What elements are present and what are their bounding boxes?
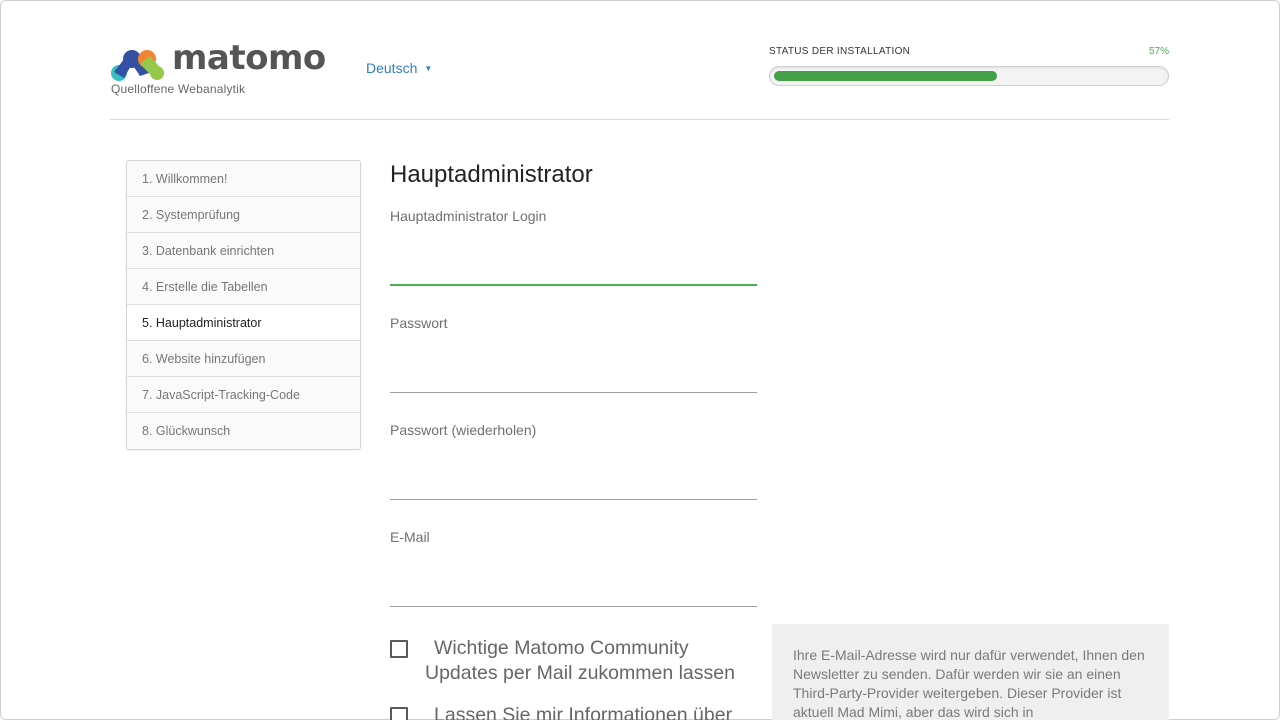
logo-tagline: Quelloffene Webanalytik bbox=[111, 82, 246, 96]
email-input[interactable] bbox=[390, 577, 757, 607]
step-system-check[interactable]: 2. Systemprüfung bbox=[127, 197, 360, 233]
page-title: Hauptadministrator bbox=[390, 161, 593, 188]
newsletter-info-text: Ihre E-Mail-Adresse wird nur dafür verwe… bbox=[793, 647, 1145, 720]
matomo-logo-icon bbox=[111, 50, 164, 81]
superuser-form: Hauptadministrator Hauptadministrator Lo… bbox=[390, 160, 760, 720]
installation-progress: STATUS DER INSTALLATION 57% bbox=[769, 46, 1169, 86]
password-label: Passwort bbox=[390, 315, 448, 331]
newsletter-info-box: Ihre E-Mail-Adresse wird nur dafür verwe… bbox=[772, 624, 1169, 720]
email-field: E-Mail bbox=[390, 529, 757, 607]
email-label: E-Mail bbox=[390, 529, 430, 545]
password-input[interactable] bbox=[390, 363, 757, 393]
matomo-logo[interactable]: matomo Quelloffene Webanalytik bbox=[110, 38, 340, 100]
login-field: Hauptadministrator Login bbox=[390, 208, 757, 286]
login-label: Hauptadministrator Login bbox=[390, 208, 547, 224]
password-field: Passwort bbox=[390, 315, 757, 393]
step-congratulations[interactable]: 8. Glückwunsch bbox=[127, 413, 360, 449]
step-tracking-code[interactable]: 7. JavaScript-Tracking-Code bbox=[127, 377, 360, 413]
step-create-tables[interactable]: 4. Erstelle die Tabellen bbox=[127, 269, 360, 305]
password-repeat-label: Passwort (wiederholen) bbox=[390, 422, 537, 438]
info-option-label[interactable]: Lassen Sie mir Informationen über bbox=[425, 703, 765, 720]
progress-percentage: 57% bbox=[1148, 46, 1169, 57]
caret-down-icon: ▼ bbox=[424, 63, 433, 73]
header-divider bbox=[110, 119, 1169, 120]
step-add-website[interactable]: 6. Website hinzufügen bbox=[127, 341, 360, 377]
password-repeat-field: Passwort (wiederholen) bbox=[390, 422, 757, 500]
step-superuser[interactable]: 5. Hauptadministrator bbox=[127, 305, 360, 341]
installation-steps: 1. Willkommen! 2. Systemprüfung 3. Daten… bbox=[126, 160, 361, 450]
language-selector-label: Deutsch bbox=[366, 60, 418, 76]
progress-track bbox=[769, 66, 1169, 86]
login-input[interactable] bbox=[390, 256, 757, 286]
progress-fill bbox=[774, 71, 997, 81]
info-checkbox[interactable] bbox=[390, 707, 408, 720]
community-updates-label[interactable]: Wichtige Matomo Community Updates per Ma… bbox=[425, 636, 765, 686]
logo-wordmark: matomo bbox=[172, 38, 326, 78]
community-updates-checkbox[interactable] bbox=[390, 640, 408, 658]
language-selector[interactable]: Deutsch ▼ bbox=[366, 60, 432, 76]
step-welcome[interactable]: 1. Willkommen! bbox=[127, 161, 360, 197]
password-repeat-input[interactable] bbox=[390, 470, 757, 500]
step-database-setup[interactable]: 3. Datenbank einrichten bbox=[127, 233, 360, 269]
progress-label: STATUS DER INSTALLATION bbox=[769, 46, 911, 57]
